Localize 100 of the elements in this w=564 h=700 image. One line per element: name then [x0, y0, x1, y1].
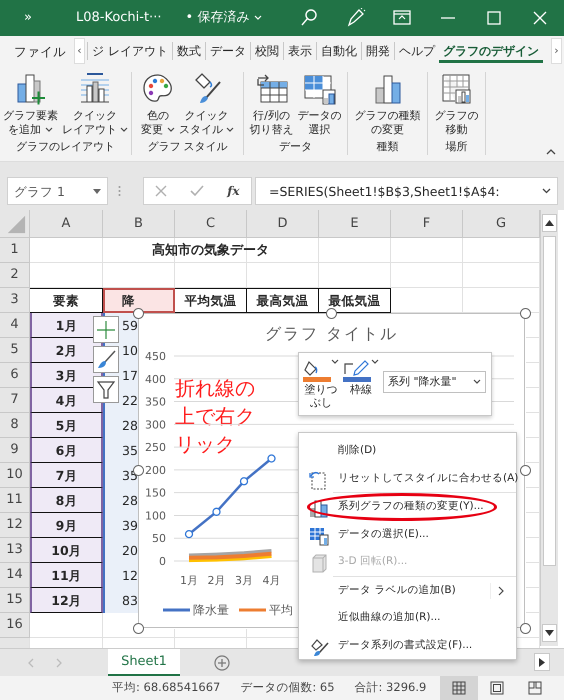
ribbon-tab[interactable]: 数式 — [172, 42, 205, 60]
row-number[interactable]: 7 — [0, 388, 30, 413]
caret-icon — [93, 188, 101, 194]
pen-icon[interactable] — [346, 8, 366, 28]
column-heading: 降 — [103, 288, 175, 313]
ribbon-button[interactable]: グラフの種類の変更 — [352, 72, 422, 140]
ribbon-button[interactable]: 色の変更 — [138, 72, 177, 140]
scroll-right-icon[interactable] — [539, 658, 545, 666]
column-letter[interactable]: D — [247, 210, 319, 238]
row-number[interactable]: 16 — [0, 613, 30, 638]
scroll-thumb[interactable] — [543, 236, 556, 566]
formula-field[interactable]: =SERIES(Sheet1!$B$3,Sheet1!$A$4: — [255, 177, 558, 205]
group-label: 場所 — [446, 140, 468, 155]
row-number[interactable]: 14 — [0, 563, 30, 588]
outline-button[interactable]: 枠線 — [343, 359, 379, 396]
legend-swatch — [163, 608, 190, 612]
ribbon-tab[interactable]: 開発 — [360, 42, 394, 60]
scroll-left-button[interactable]: ‹ — [74, 38, 85, 64]
row-number[interactable]: 5 — [0, 338, 30, 363]
menu-item[interactable]: データ系列の書式設定(F)... — [299, 632, 516, 659]
insert-function-button[interactable]: fx — [227, 184, 240, 198]
column-heading: 最低気温 — [319, 288, 391, 313]
ribbon-button[interactable]: データの選択 — [296, 72, 344, 140]
ribbon-tab[interactable]: ファイル — [0, 42, 74, 60]
menu-item[interactable]: リセットしてスタイルに合わせる(A) — [299, 464, 516, 492]
check-icon[interactable] — [190, 185, 204, 197]
chart-styles-button[interactable] — [93, 346, 119, 373]
ribbon-button[interactable]: グラフ要素を追加 — [0, 72, 60, 140]
add-sheet-icon[interactable] — [214, 655, 230, 671]
vertical-scrollbar[interactable] — [540, 210, 558, 646]
chart-filters-button[interactable] — [93, 376, 119, 403]
menu-item[interactable]: データ ラベルの追加(B) — [299, 576, 516, 604]
drag-handle-icon[interactable] — [118, 185, 121, 197]
group-label: 種類 — [376, 140, 398, 155]
ribbon-button[interactable]: クイックレイアウト — [60, 72, 130, 140]
chart-elements-button[interactable] — [93, 316, 119, 343]
ribbon-button[interactable]: 行/列の切り替え — [248, 72, 296, 140]
series-dropdown[interactable]: 系列 "降水量" — [383, 371, 486, 393]
menu-item[interactable]: 系列グラフの種類の変更(Y)... — [299, 493, 516, 520]
axis-label: 150 — [145, 486, 166, 500]
save-status-button[interactable]: • 保存済み — [185, 10, 262, 26]
fill-button[interactable]: 塗りつぶし — [303, 359, 339, 410]
menu-item[interactable]: 近似曲線の追加(R)... — [299, 604, 516, 632]
group-label: グラフのレイアウト — [16, 140, 115, 155]
axis-label: 1月 — [180, 574, 198, 587]
ribbon-tab[interactable]: 校閲 — [250, 42, 283, 60]
quick-access-button[interactable]: » — [24, 10, 32, 26]
ribbon-tab[interactable]: 自動化 — [316, 42, 361, 60]
row-number[interactable]: 12 — [0, 513, 30, 538]
row-number[interactable]: 8 — [0, 413, 30, 438]
scroll-up-icon[interactable] — [545, 220, 554, 226]
menu-item[interactable]: 削除(D) — [299, 437, 516, 464]
expand-icon — [542, 188, 551, 194]
column-letter[interactable]: G — [463, 210, 540, 238]
ribbon-tab[interactable]: グラフのデザイン — [438, 39, 543, 63]
row-number[interactable]: 9 — [0, 438, 30, 463]
row-number[interactable]: 15 — [0, 588, 30, 613]
view-button[interactable] — [440, 676, 478, 700]
sheet-tab[interactable]: Sheet1 — [108, 649, 180, 676]
row-number[interactable]: 3 — [0, 288, 30, 313]
caret-icon — [473, 379, 481, 385]
table-chart-icon — [309, 526, 329, 546]
name-box[interactable]: グラフ 1 — [7, 177, 108, 205]
ribbon-tab[interactable]: ヘルプ — [394, 42, 439, 60]
page-break-view-icon[interactable] — [528, 681, 542, 695]
month-label: 6月 — [30, 438, 103, 463]
month-label: 11月 — [30, 563, 103, 588]
page-view-icon[interactable] — [490, 681, 504, 695]
row-number[interactable]: 10 — [0, 463, 30, 488]
grid-view-icon[interactable] — [452, 681, 466, 695]
column-letter[interactable]: B — [103, 210, 175, 238]
ribbon-button[interactable]: グラフの移動 — [432, 72, 480, 140]
scroll-down-icon[interactable] — [545, 630, 554, 636]
month-label: 7月 — [30, 463, 103, 488]
data-point — [240, 477, 248, 486]
row-number[interactable]: 2 — [0, 263, 30, 288]
legend-label: 平均 — [269, 603, 293, 617]
row-number[interactable]: 6 — [0, 363, 30, 388]
ribbon-button[interactable]: クイックスタイル — [176, 72, 236, 140]
ribbon-tab[interactable]: データ — [204, 42, 250, 60]
month-label: 12月 — [30, 588, 103, 613]
column-letter[interactable]: C — [175, 210, 247, 238]
column-letter[interactable]: A — [30, 210, 103, 238]
menu-item[interactable]: データの選択(E)... — [299, 520, 516, 548]
month-label: 4月 — [30, 388, 103, 413]
caret-icon — [331, 359, 339, 365]
group-label: データ — [279, 140, 312, 155]
axis-label: 4月 — [262, 574, 280, 587]
column-letter[interactable]: E — [319, 210, 391, 238]
collapse-icon[interactable] — [546, 148, 556, 155]
ribbon-tab[interactable]: ジ レイアウト — [87, 42, 172, 60]
ribbon-tab[interactable]: 表示 — [282, 42, 316, 60]
row-number[interactable]: 1 — [0, 238, 30, 263]
axis-label: 200 — [145, 464, 166, 477]
row-number[interactable]: 4 — [0, 313, 30, 338]
row-number[interactable]: 13 — [0, 538, 30, 563]
column-letter[interactable]: F — [391, 210, 463, 238]
scroll-right-button[interactable]: › — [551, 38, 562, 64]
axis-label: 3月 — [235, 574, 253, 587]
row-number[interactable]: 11 — [0, 488, 30, 513]
